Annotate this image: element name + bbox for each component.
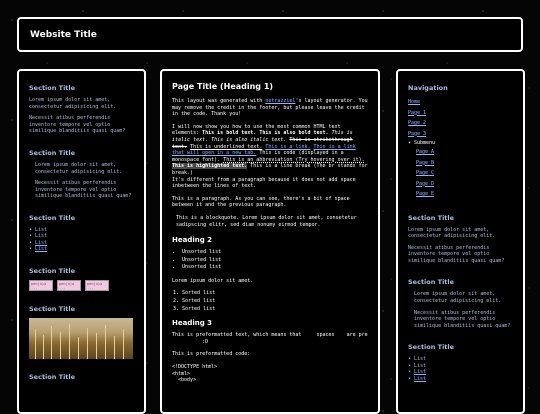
left-widget-1: Section Title Lorem ipsum dolor sit amet… — [29, 84, 134, 135]
site-header: Website Title — [17, 17, 523, 52]
list-item: Sorted list — [182, 290, 368, 298]
paragraph: This is preformatted code: — [172, 351, 251, 358]
widget-text: Necessit atibus perferendis inventore te… — [414, 309, 511, 329]
widget-text: Necessit atibus perferendis inventore te… — [35, 180, 132, 200]
left-widget-6: Section Title — [29, 373, 134, 381]
widget-text: Lorem ipsum dolor sit amet, consectetur … — [29, 97, 117, 110]
widget-text: Lorem ipsum dolor sit amet, consectetur … — [414, 291, 502, 305]
button-badge[interactable]: pen(n)a ... global ... — [29, 279, 53, 291]
nav-link-page-d[interactable]: Page D — [416, 179, 513, 190]
heading-3: Heading 3 — [172, 319, 213, 328]
nav-link-page-b[interactable]: Page B — [416, 158, 513, 169]
left-widget-3: Section Title • List • List • List • Lis… — [29, 214, 134, 253]
nav-link-page-1[interactable]: Page 1 — [408, 108, 513, 119]
intro-paragraph: This layout was generated with netrazzie… — [172, 98, 368, 118]
highlighted-text: This is highlighted text. — [172, 163, 248, 170]
list-item-link[interactable]: • List — [408, 376, 513, 382]
left-sidebar[interactable]: Section Title Lorem ipsum dolor sit amet… — [17, 69, 146, 414]
blockquote: This is a blockquote. Lorem ipsum dolor … — [176, 214, 357, 228]
right-sidebar[interactable]: Navigation Home Page 1 Page 2 Page 3 ▾ S… — [396, 69, 525, 414]
section-title: Section Title — [29, 266, 76, 275]
list-item: Sorted list — [182, 298, 368, 306]
list-item: Sorted list — [182, 306, 368, 314]
main-content[interactable]: Page Title (Heading 1) This layout was g… — [160, 69, 380, 414]
section-title: Section Title — [29, 84, 76, 92]
wheat-field-image — [29, 317, 133, 359]
abbreviation[interactable]: This is an abbreviation (Try hovering ov… — [223, 157, 364, 163]
navigation: Navigation Home Page 1 Page 2 Page 3 ▾ S… — [408, 84, 513, 200]
credit-link[interactable]: netrazziel — [265, 98, 295, 104]
list-item: Unsorted list — [182, 257, 368, 265]
section-title: Section Title — [29, 213, 76, 222]
sample-link[interactable]: This is a link. — [265, 144, 310, 150]
nav-link-page-2[interactable]: Page 2 — [408, 118, 513, 129]
nav-link-page-e[interactable]: Page E — [416, 189, 513, 200]
paragraph: Lorem ipsum dolor sit amet. — [172, 277, 254, 284]
section-title: Section Title — [408, 278, 455, 287]
section-title: Section Title — [29, 372, 76, 381]
code-block: <!DOCTYPE html> <html> <body> — [172, 364, 218, 384]
paragraph: This is a paragraph. As you can see, the… — [172, 195, 350, 209]
list-item-link[interactable]: • List — [29, 246, 134, 252]
nav-link-page-a[interactable]: Page A — [416, 147, 513, 158]
section-title: Section Title — [408, 343, 455, 352]
right-widget-2: Section Title Lorem ipsum dolor sit amet… — [408, 278, 513, 329]
sorted-list: Sorted list Sorted list Sorted list — [172, 290, 368, 313]
left-widget-5: Section Title — [29, 305, 134, 359]
widget-text: Necessit atibus perferendis inventore te… — [29, 115, 126, 135]
widget-text: Necessit atibus perferendis inventore te… — [408, 244, 505, 264]
heading-2: Heading 2 — [172, 236, 213, 245]
section-title: Navigation — [408, 84, 448, 92]
section-title: Section Title — [29, 148, 76, 157]
submenu-toggle[interactable]: ▾ Submenu — [408, 139, 513, 147]
preformatted-text: This is preformatted text, which means t… — [172, 332, 368, 345]
widget-text: Lorem ipsum dolor sit amet, consectetur … — [35, 161, 123, 175]
section-title: Section Title — [408, 213, 455, 222]
widget-text: Lorem ipsum dolor sit amet, consectetur … — [408, 226, 496, 240]
nav-link-home[interactable]: Home — [408, 97, 513, 108]
page-title: Page Title (Heading 1) — [172, 82, 274, 91]
unsorted-list: Unsorted list Unsorted list Unsorted lis… — [172, 249, 368, 272]
button-badge[interactable]: pen(n)a ... global ... — [57, 279, 81, 291]
right-widget-1: Section Title Lorem ipsum dolor sit amet… — [408, 214, 513, 265]
section-title: Section Title — [29, 304, 76, 313]
nav-link-page-3[interactable]: Page 3 — [408, 129, 513, 140]
button-badge[interactable]: pen(n)a ... global ... — [85, 279, 109, 291]
nav-link-page-c[interactable]: Page C — [416, 168, 513, 179]
list-item: Unsorted list — [182, 249, 368, 257]
elements-paragraph: I will now show you how to use the most … — [172, 123, 368, 190]
left-widget-4: Section Title pen(n)a ... global ... pen… — [29, 267, 134, 291]
right-widget-3: Section Title • List • List • List • Lis… — [408, 343, 513, 382]
list-item: Unsorted list — [182, 264, 368, 272]
site-title: Website Title — [30, 30, 97, 40]
left-widget-2: Section Title Lorem ipsum dolor sit amet… — [29, 149, 134, 200]
